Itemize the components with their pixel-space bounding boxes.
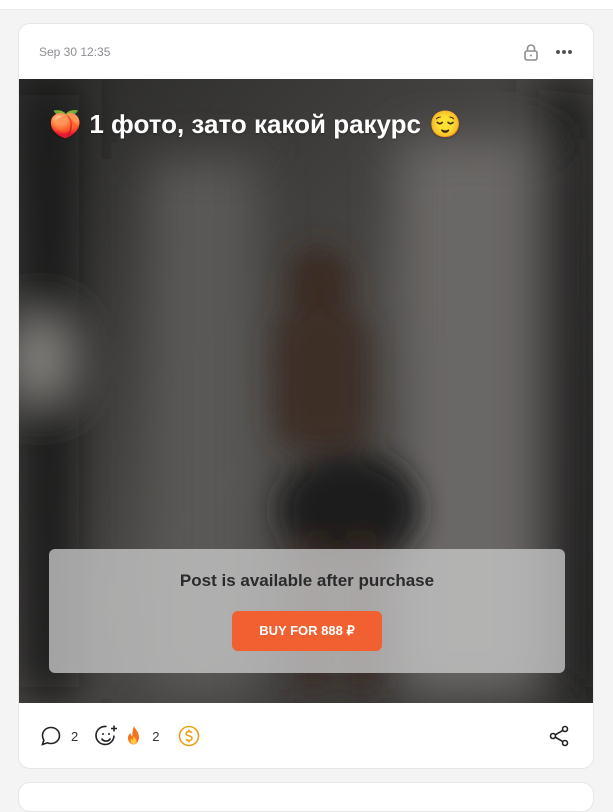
comment-icon[interactable] <box>39 724 63 748</box>
next-post-card <box>18 782 594 812</box>
post-media[interactable]: 🍑 1 фото, зато какой ракурс 😌 Post is av… <box>19 79 593 703</box>
relieved-emoji: 😌 <box>429 109 462 139</box>
post-card: Sep 30 12:35 🍑 1 фото, зато какой ракурс… <box>18 23 594 769</box>
post-date: Sep 30 12:35 <box>39 44 111 59</box>
comments-metric[interactable]: 2 <box>39 724 78 748</box>
paywall-overlay: Post is available after purchase BUY FOR… <box>49 549 565 673</box>
buy-button[interactable]: BUY FOR 888 ₽ <box>232 611 382 651</box>
post-title-text: 1 фото, зато какой ракурс <box>89 109 422 139</box>
paywall-message: Post is available after purchase <box>179 571 435 590</box>
add-reaction-icon[interactable] <box>94 723 120 749</box>
fire-reaction[interactable]: 2 <box>124 725 159 747</box>
peach-emoji: 🍑 <box>49 109 82 139</box>
fire-reaction-count: 2 <box>152 728 160 744</box>
share-icon[interactable] <box>547 724 571 748</box>
fire-icon <box>124 725 144 747</box>
header-actions <box>523 43 573 61</box>
post-footer: 2 2 <box>19 703 593 768</box>
top-strip <box>0 0 613 10</box>
lock-icon[interactable] <box>523 43 539 61</box>
comments-count: 2 <box>71 728 79 744</box>
more-icon[interactable] <box>555 49 573 55</box>
post-header: Sep 30 12:35 <box>19 24 593 79</box>
footer-left: 2 2 <box>39 723 201 749</box>
dollar-coin-icon[interactable] <box>177 724 201 748</box>
post-title: 🍑 1 фото, зато какой ракурс 😌 <box>49 109 461 140</box>
